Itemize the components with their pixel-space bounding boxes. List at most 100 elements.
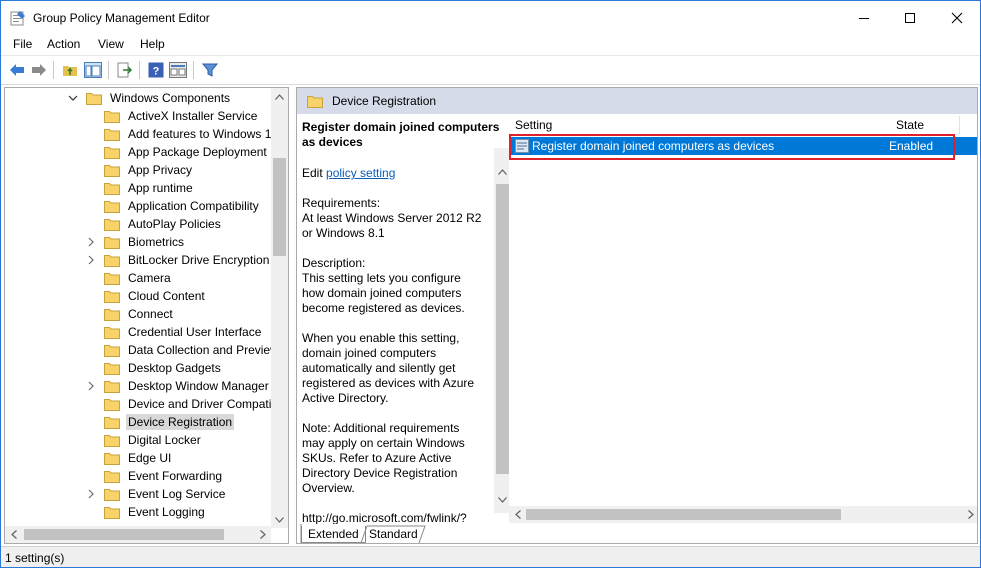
list-hscroll-thumb[interactable] — [526, 509, 841, 520]
title-bar: Group Policy Management Editor — [1, 1, 980, 34]
tree-item-label: Cloud Content — [128, 289, 205, 303]
menu-view[interactable]: View — [98, 37, 124, 51]
folder-icon — [104, 164, 120, 177]
up-folder-button[interactable] — [60, 60, 80, 80]
tree-item-label: ActiveX Installer Service — [128, 109, 258, 123]
chevron-right-icon[interactable] — [86, 237, 96, 247]
folder-icon — [104, 146, 120, 159]
tree-item[interactable]: Event Log Service — [86, 485, 227, 503]
column-header-state[interactable]: State — [896, 118, 924, 132]
tree-item[interactable]: Camera — [86, 269, 173, 287]
menu-action[interactable]: Action — [47, 37, 80, 51]
chevron-right-icon[interactable] — [86, 255, 96, 265]
tree-item[interactable]: Desktop Window Manager — [86, 377, 271, 395]
folder-icon — [104, 326, 120, 339]
tree-item[interactable]: App Package Deployment — [86, 143, 269, 161]
minimize-button[interactable] — [841, 1, 887, 34]
tree-item-label: AutoPlay Policies — [128, 217, 221, 231]
scroll-left-arrow-icon[interactable] — [5, 526, 22, 543]
highlight-box — [509, 134, 955, 160]
tree-item[interactable]: Cloud Content — [86, 287, 207, 305]
folder-icon — [307, 95, 323, 111]
tree-vertical-scrollbar[interactable] — [271, 88, 288, 528]
tree-item-windows-components[interactable]: Windows Components — [68, 89, 232, 107]
folder-icon — [104, 506, 120, 519]
fwlink-text[interactable]: http://go.microsoft.com/fwlink/? — [302, 511, 467, 524]
tree-item[interactable]: App Privacy — [86, 161, 194, 179]
folder-icon — [104, 398, 120, 411]
chevron-down-icon[interactable] — [68, 93, 78, 103]
tree-item[interactable]: Desktop Gadgets — [86, 359, 223, 377]
tree-item[interactable]: Device Registration — [86, 413, 235, 431]
tree-item-label: Digital Locker — [128, 433, 201, 447]
properties-view-button[interactable] — [168, 60, 188, 80]
details-header: Device Registration — [297, 88, 977, 114]
tree-item[interactable]: Connect — [86, 305, 175, 323]
note-line: Overview. — [302, 481, 355, 495]
tree-item[interactable]: Credential User Interface — [86, 323, 263, 341]
menu-help[interactable]: Help — [140, 37, 165, 51]
scroll-right-arrow-icon[interactable] — [254, 526, 271, 543]
tree-item[interactable]: BitLocker Drive Encryption — [86, 251, 271, 269]
note-line: Directory Device Registration — [302, 466, 458, 480]
maximize-icon — [905, 12, 915, 23]
tree-item[interactable]: Device and Driver Compatib — [86, 395, 280, 413]
description-line: how domain joined computers — [302, 286, 462, 300]
folder-icon — [104, 110, 120, 123]
tree-hscroll-thumb[interactable] — [24, 529, 224, 540]
scroll-down-arrow-icon[interactable] — [271, 511, 288, 528]
tree-item[interactable]: Digital Locker — [86, 431, 203, 449]
tree-scroll-thumb[interactable] — [273, 158, 286, 256]
tree-item[interactable]: Add features to Windows 10 — [86, 125, 280, 143]
tree-item[interactable]: Application Compatibility — [86, 197, 261, 215]
details-pane: Device Registration Register domain join… — [296, 87, 978, 544]
settings-list: Setting State Register domain joined com… — [509, 114, 977, 524]
chevron-right-icon[interactable] — [86, 489, 96, 499]
tree-item-label: Add features to Windows 10 — [128, 127, 279, 141]
policy-title: Register domain joined computers as devi… — [302, 120, 500, 149]
tree-item[interactable]: Event Forwarding — [86, 467, 224, 485]
tree-item[interactable]: AutoPlay Policies — [86, 215, 223, 233]
tree-item-label: Desktop Gadgets — [128, 361, 221, 375]
scroll-left-arrow-icon[interactable] — [509, 506, 526, 523]
show-hide-tree-button[interactable] — [83, 60, 103, 80]
tree-item[interactable]: ActiveX Installer Service — [86, 107, 259, 125]
description-scroll-thumb[interactable] — [496, 184, 509, 474]
help-button[interactable]: ? — [146, 60, 166, 80]
details-header-title: Device Registration — [332, 94, 437, 108]
tree-item[interactable]: Data Collection and Preview — [86, 341, 281, 359]
edit-policy-link[interactable]: policy setting — [326, 166, 395, 180]
maximize-button[interactable] — [887, 1, 933, 34]
chevron-right-icon[interactable] — [86, 381, 96, 391]
column-divider[interactable] — [959, 116, 960, 134]
tree-item[interactable]: Event Logging — [86, 503, 207, 521]
back-button[interactable] — [7, 60, 27, 80]
list-horizontal-scrollbar[interactable] — [509, 506, 977, 523]
filter-button[interactable] — [200, 60, 220, 80]
tree-item[interactable]: App runtime — [86, 179, 195, 197]
close-button[interactable] — [934, 1, 980, 34]
requirements-label: Requirements: — [302, 196, 381, 210]
export-list-button[interactable] — [115, 60, 135, 80]
folder-icon — [104, 182, 120, 195]
folder-icon — [104, 236, 120, 249]
toolbar-separator — [193, 61, 194, 79]
tree-item[interactable]: Edge UI — [86, 449, 173, 467]
toolbar-separator — [53, 61, 54, 79]
scroll-right-arrow-icon[interactable] — [962, 506, 977, 523]
scroll-up-arrow-icon[interactable] — [271, 88, 288, 105]
enable-line: registered as devices with Azure — [302, 376, 475, 390]
column-header-setting[interactable]: Setting — [515, 118, 552, 132]
forward-button[interactable] — [29, 60, 49, 80]
tree-horizontal-scrollbar[interactable] — [5, 526, 271, 543]
tree-item[interactable]: Biometrics — [86, 233, 186, 251]
tab-outline — [300, 524, 426, 543]
menu-file[interactable]: File — [13, 37, 32, 51]
tree-item-label: Windows Components — [110, 91, 231, 105]
